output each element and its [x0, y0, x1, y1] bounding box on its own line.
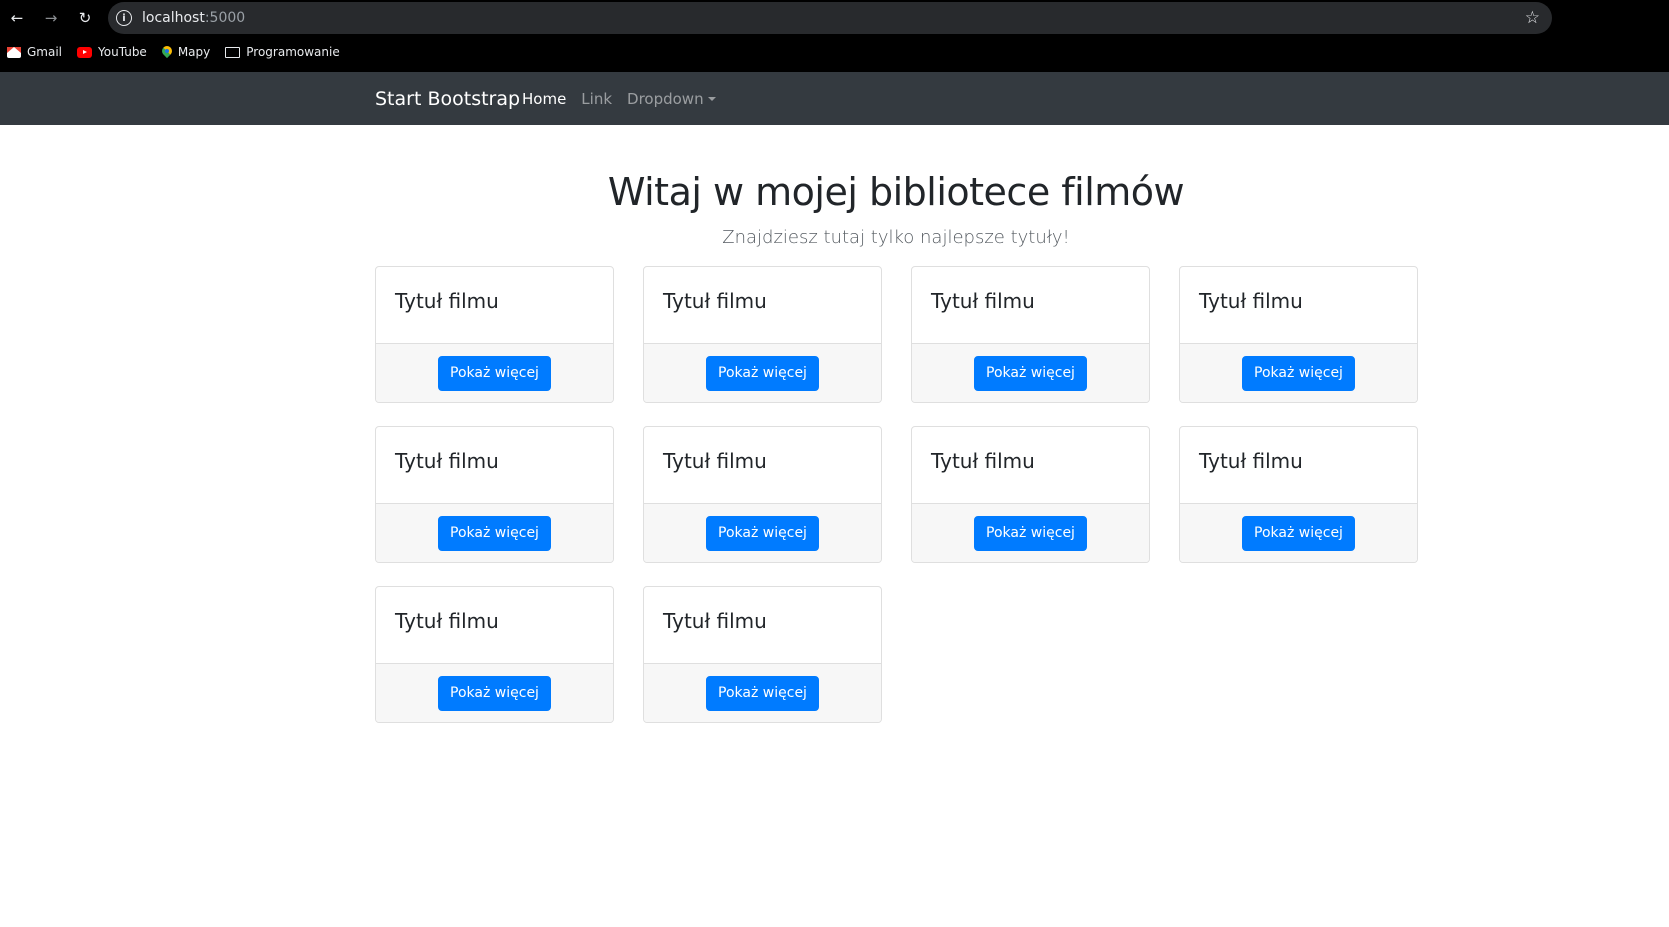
- show-more-button[interactable]: Pokaż więcej: [706, 675, 819, 711]
- show-more-button[interactable]: Pokaż więcej: [438, 515, 551, 551]
- card-footer: Pokaż więcej: [644, 344, 881, 402]
- page-title: Witaj w mojej bibliotece filmów: [607, 170, 1185, 214]
- show-more-button[interactable]: Pokaż więcej: [1242, 515, 1355, 551]
- card-title: Tytuł filmu: [663, 449, 767, 473]
- nav-links: Home Link Dropdown: [522, 90, 716, 108]
- movie-card: Tytuł filmu Pokaż więcej: [1179, 426, 1418, 563]
- card-title: Tytuł filmu: [1199, 449, 1303, 473]
- reload-icon[interactable]: ↻: [68, 0, 102, 36]
- movie-card: Tytuł filmu Pokaż więcej: [375, 586, 614, 723]
- nav-dropdown-toggle[interactable]: Dropdown: [627, 90, 716, 108]
- card-body: Tytuł filmu: [376, 427, 613, 504]
- bookmark-label: YouTube: [98, 45, 147, 59]
- url-port: :5000: [204, 10, 246, 26]
- movie-card: Tytuł filmu Pokaż więcej: [643, 266, 882, 403]
- navbar-brand[interactable]: Start Bootstrap: [375, 88, 520, 110]
- bookmark-gmail[interactable]: Gmail: [7, 45, 62, 59]
- card-footer: Pokaż więcej: [912, 504, 1149, 562]
- card-title: Tytuł filmu: [395, 449, 499, 473]
- show-more-button[interactable]: Pokaż więcej: [974, 355, 1087, 391]
- card-body: Tytuł filmu: [644, 267, 881, 344]
- card-footer: Pokaż więcej: [1180, 344, 1417, 402]
- site-info-icon[interactable]: i: [116, 10, 132, 26]
- caret-down-icon: [707, 97, 716, 101]
- movie-card: Tytuł filmu Pokaż więcej: [375, 266, 614, 403]
- movie-card: Tytuł filmu Pokaż więcej: [911, 266, 1150, 403]
- card-body: Tytuł filmu: [376, 267, 613, 344]
- bookmark-label: Gmail: [27, 45, 63, 59]
- card-footer: Pokaż więcej: [644, 504, 881, 562]
- card-title: Tytuł filmu: [395, 289, 499, 313]
- movie-card: Tytuł filmu Pokaż więcej: [1179, 266, 1418, 403]
- show-more-button[interactable]: Pokaż więcej: [974, 515, 1087, 551]
- page-lead: Znajdziesz tutaj tylko najlepsze tytuły!: [722, 227, 1070, 248]
- browser-nav-buttons: ← → ↻: [0, 0, 102, 36]
- url-text[interactable]: localhost:5000: [142, 10, 245, 26]
- back-arrow-icon[interactable]: ←: [0, 0, 34, 36]
- movie-card: Tytuł filmu Pokaż więcej: [643, 586, 882, 723]
- gmail-icon: [7, 46, 21, 58]
- card-footer: Pokaż więcej: [376, 504, 613, 562]
- nav-link-home[interactable]: Home: [522, 90, 566, 108]
- bookmark-programowanie[interactable]: Programowanie: [225, 45, 340, 59]
- folder-icon: [225, 46, 241, 58]
- bookmark-mapy[interactable]: Mapy: [162, 45, 210, 59]
- card-footer: Pokaż więcej: [644, 664, 881, 722]
- nav-link-link[interactable]: Link: [581, 90, 612, 108]
- card-body: Tytuł filmu: [1180, 427, 1417, 504]
- show-more-button[interactable]: Pokaż więcej: [706, 515, 819, 551]
- maps-icon: [162, 46, 172, 59]
- card-body: Tytuł filmu: [1180, 267, 1417, 344]
- card-title: Tytuł filmu: [663, 289, 767, 313]
- card-footer: Pokaż więcej: [376, 664, 613, 722]
- youtube-icon: [77, 46, 93, 58]
- card-title: Tytuł filmu: [931, 449, 1035, 473]
- show-more-button[interactable]: Pokaż więcej: [438, 675, 551, 711]
- address-bar[interactable]: i localhost:5000 ☆: [108, 2, 1552, 34]
- forward-arrow-icon[interactable]: →: [34, 0, 68, 36]
- card-body: Tytuł filmu: [912, 267, 1149, 344]
- movie-card: Tytuł filmu Pokaż więcej: [375, 426, 614, 563]
- card-footer: Pokaż więcej: [912, 344, 1149, 402]
- card-title: Tytuł filmu: [395, 609, 499, 633]
- bookmark-label: Programowanie: [246, 45, 340, 59]
- show-more-button[interactable]: Pokaż więcej: [706, 355, 819, 391]
- card-footer: Pokaż więcej: [1180, 504, 1417, 562]
- bookmarks-bar: Gmail YouTube Mapy Programowanie: [0, 40, 348, 64]
- browser-chrome: ← → ↻ i localhost:5000 ☆ Gmail YouTube M…: [0, 0, 1669, 72]
- movie-card: Tytuł filmu Pokaż więcej: [911, 426, 1150, 563]
- movie-card: Tytuł filmu Pokaż więcej: [643, 426, 882, 563]
- card-body: Tytuł filmu: [644, 587, 881, 664]
- bookmark-youtube[interactable]: YouTube: [77, 45, 147, 59]
- card-footer: Pokaż więcej: [376, 344, 613, 402]
- nav-dropdown-label: Dropdown: [627, 90, 704, 108]
- card-title: Tytuł filmu: [931, 289, 1035, 313]
- card-body: Tytuł filmu: [912, 427, 1149, 504]
- bookmark-label: Mapy: [177, 45, 211, 59]
- card-title: Tytuł filmu: [663, 609, 767, 633]
- bookmark-star-icon[interactable]: ☆: [1525, 8, 1540, 28]
- card-body: Tytuł filmu: [376, 587, 613, 664]
- show-more-button[interactable]: Pokaż więcej: [1242, 355, 1355, 391]
- card-body: Tytuł filmu: [644, 427, 881, 504]
- show-more-button[interactable]: Pokaż więcej: [438, 355, 551, 391]
- navbar: Start Bootstrap Home Link Dropdown: [0, 72, 1669, 125]
- movie-card-grid: Tytuł filmu Pokaż więcej Tytuł filmu Pok…: [375, 266, 1418, 723]
- card-title: Tytuł filmu: [1199, 289, 1303, 313]
- url-host: localhost: [142, 10, 205, 26]
